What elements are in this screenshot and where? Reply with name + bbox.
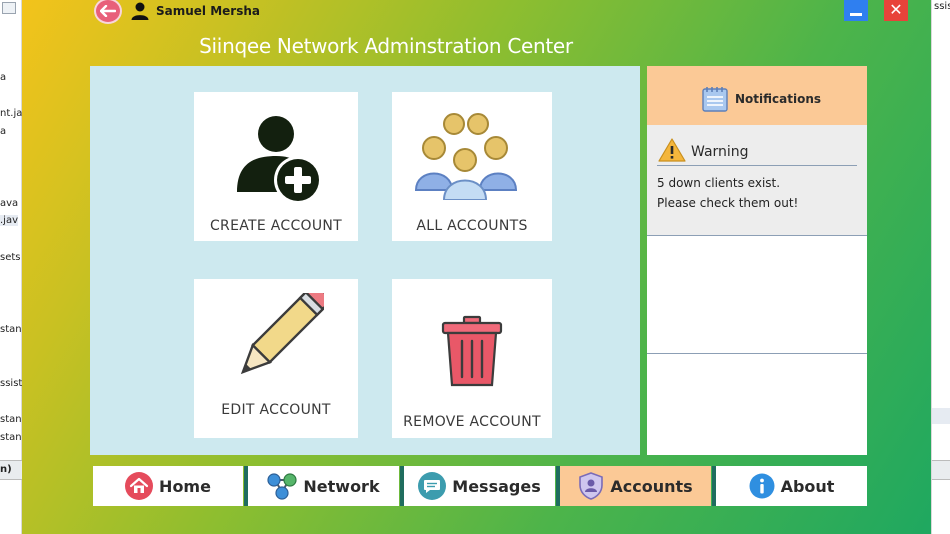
warning-icon (658, 138, 686, 162)
nav-about-label: About (780, 476, 835, 496)
nav-home-button[interactable]: Home (93, 466, 243, 506)
notification-separator (647, 353, 867, 354)
notifications-header: Notifications (647, 66, 867, 125)
warning-title: Warning (691, 144, 749, 160)
warning-message-line-1: 5 down clients exist. (657, 176, 781, 190)
create-account-tile[interactable]: CREATE ACCOUNT (194, 92, 358, 241)
close-icon: ✕ (889, 0, 903, 19)
nav-messages-label: Messages (452, 476, 541, 496)
pencil-icon (240, 293, 324, 375)
warning-divider (657, 165, 857, 166)
ide-fragment: ssista (934, 1, 950, 12)
info-icon (749, 473, 775, 499)
background-ide-left: a nt.ja a ava .jav sets stan ssist stan … (0, 0, 22, 534)
warning-notification: Warning 5 down clients exist. Please che… (647, 125, 867, 236)
ide-fragment: a (0, 126, 7, 137)
minimize-button[interactable] (844, 0, 868, 21)
ide-fragment: .jav (0, 215, 19, 226)
notifications-title: Notifications (735, 92, 822, 106)
nav-accounts-button[interactable]: Accounts (556, 466, 711, 506)
user-name: Samuel Mersha (156, 4, 260, 18)
app-window: Samuel Mersha ✕ Siinqee Network Adminstr… (22, 0, 931, 534)
screen: a nt.ja a ava .jav sets stan ssist stan … (0, 0, 950, 534)
ide-fragment: n) (0, 464, 12, 475)
minimize-icon (850, 13, 862, 16)
home-icon (125, 472, 154, 500)
chat-icon (418, 472, 447, 500)
close-button[interactable]: ✕ (884, 0, 908, 21)
nav-network-button[interactable]: Network (244, 466, 399, 506)
background-ide-right: ssista (931, 0, 950, 534)
remove-account-tile[interactable]: REMOVE ACCOUNT (392, 279, 552, 438)
warning-message-line-2: Please check them out! (657, 196, 799, 210)
ide-selection (932, 408, 950, 424)
ide-fragment: sets (0, 252, 21, 263)
all-accounts-tile[interactable]: ALL ACCOUNTS (392, 92, 552, 241)
user-icon (131, 2, 149, 20)
ide-window-icon (2, 2, 16, 14)
nav-network-label: Network (303, 476, 380, 496)
nav-home-label: Home (159, 476, 211, 496)
ide-fragment: a (0, 72, 7, 83)
main-content-panel: CREATE ACCOUNT ALL ACCOUNTS EDIT ACCOUNT… (90, 66, 640, 455)
all-accounts-label: ALL ACCOUNTS (416, 218, 528, 234)
arrow-left-icon (100, 5, 116, 17)
ide-fragment: stan (0, 324, 22, 335)
ide-bottom-bar (932, 460, 950, 480)
nav-about-button[interactable]: About (712, 466, 867, 506)
trash-can-icon (441, 315, 503, 387)
ide-fragment: ava (0, 198, 19, 209)
edit-account-label: EDIT ACCOUNT (221, 402, 331, 418)
ide-bottom-bar: n) (0, 460, 22, 480)
network-icon (267, 473, 297, 500)
ide-fragment: stan (0, 432, 22, 443)
notepad-icon (702, 87, 728, 112)
back-button[interactable] (94, 0, 122, 24)
group-users-icon (414, 113, 518, 200)
ide-fragment: ssist (0, 378, 23, 389)
ide-fragment: stan (0, 414, 22, 425)
nav-accounts-label: Accounts (610, 476, 693, 496)
edit-account-tile[interactable]: EDIT ACCOUNT (194, 279, 358, 438)
app-title: Siinqee Network Adminstration Center (199, 34, 573, 58)
remove-account-label: REMOVE ACCOUNT (403, 414, 541, 430)
ide-fragment: nt.ja (0, 108, 23, 119)
notifications-panel: Notifications Warning 5 down clients exi… (647, 66, 867, 455)
add-user-icon (237, 116, 322, 204)
nav-messages-button[interactable]: Messages (400, 466, 555, 506)
create-account-label: CREATE ACCOUNT (209, 218, 343, 234)
user-shield-icon (579, 472, 604, 500)
